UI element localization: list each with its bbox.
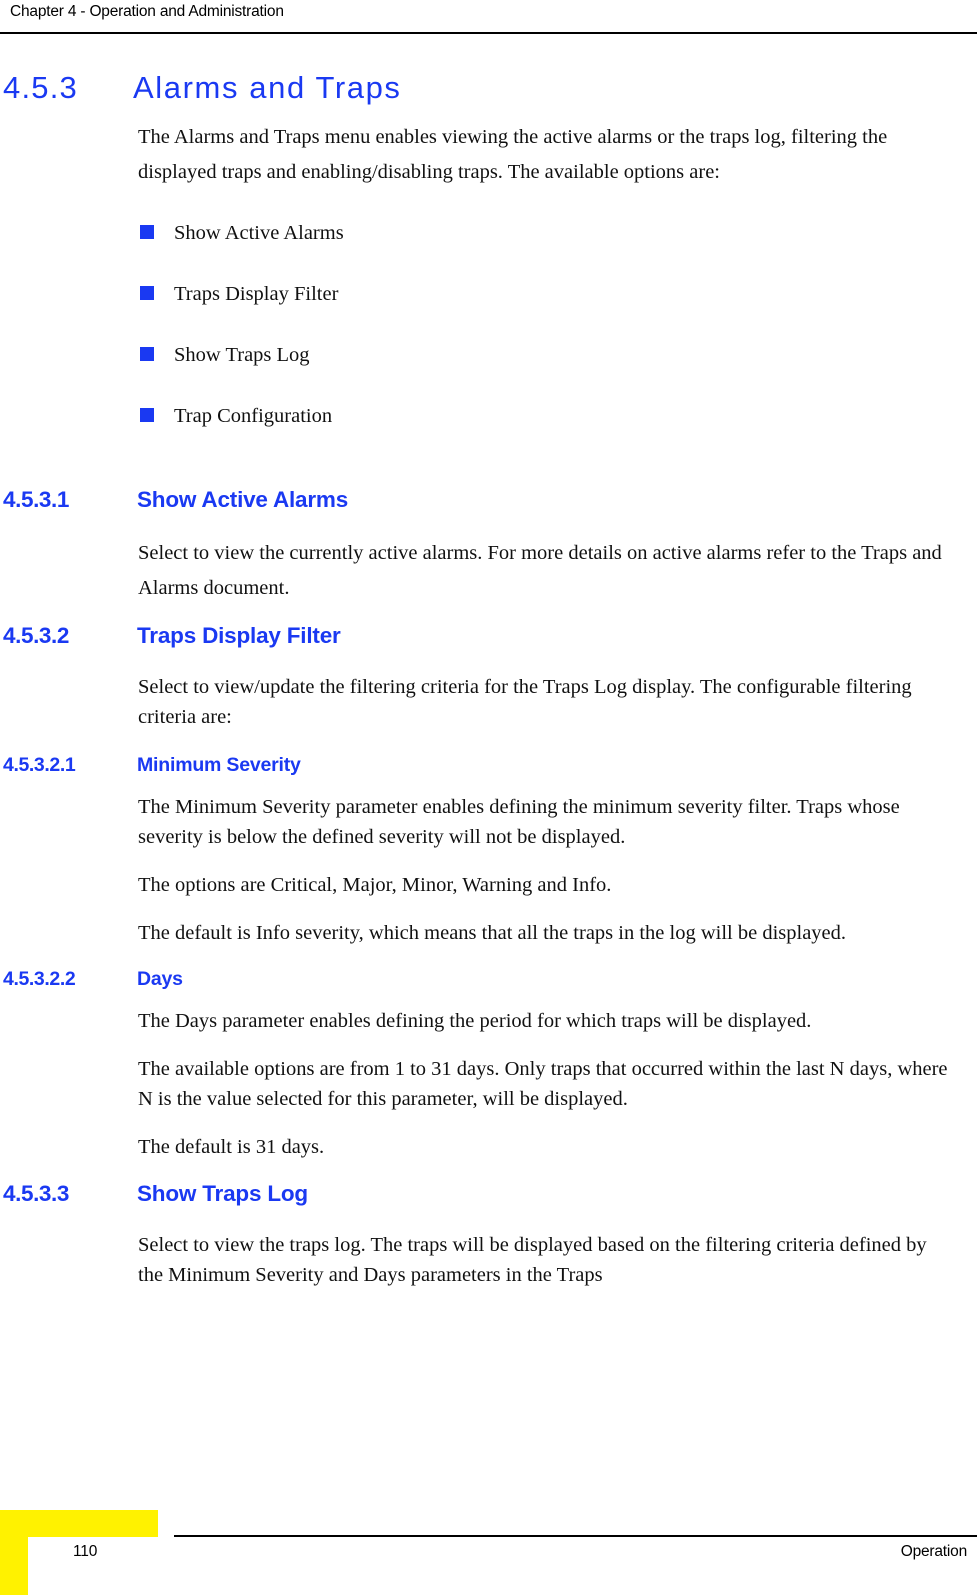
section-heading-4-5-3: 4.5.3 Alarms and Traps <box>0 34 977 106</box>
square-bullet-icon <box>140 286 154 300</box>
footer-divider <box>174 1535 977 1537</box>
options-bullet-list: Show Active Alarms Traps Display Filter … <box>0 218 977 462</box>
footer-corner-mark-vertical <box>0 1510 28 1595</box>
subsection-title: Traps Display Filter <box>137 623 341 648</box>
square-bullet-icon <box>140 408 154 422</box>
subsection-paragraph: Select to view the currently active alar… <box>138 542 942 599</box>
list-item-label: Show Active Alarms <box>174 222 344 244</box>
subsection-paragraph: Select to view the traps log. The traps … <box>138 1234 927 1286</box>
page-number: 110 <box>73 1543 98 1560</box>
section-number: 4.5.3 <box>3 70 78 105</box>
footer-section-label: Operation <box>900 1543 967 1560</box>
subsection-number: 4.5.3.2.1 <box>3 754 76 776</box>
subsection-paragraph: Select to view/update the filtering crit… <box>138 676 912 728</box>
page-footer: 110 Operation <box>0 1497 977 1595</box>
subsection-title: Days <box>137 968 183 990</box>
section-intro-paragraph: The Alarms and Traps menu enables viewin… <box>138 126 888 183</box>
subsection-number: 4.5.3.2 <box>3 623 70 648</box>
subsection-paragraph: The default is 31 days. <box>138 1136 325 1158</box>
subsection-title: Show Traps Log <box>137 1181 308 1206</box>
square-bullet-icon <box>140 347 154 361</box>
list-item: Show Active Alarms <box>0 218 977 279</box>
list-item-label: Traps Display Filter <box>174 283 339 305</box>
subsection-heading-4-5-3-2: 4.5.3.2 Traps Display Filter <box>0 622 977 672</box>
subsection-heading-4-5-3-2-2: 4.5.3.2.2 Days <box>0 966 977 1006</box>
square-bullet-icon <box>140 225 154 239</box>
subsection-number: 4.5.3.1 <box>3 487 70 512</box>
subsection-paragraph: The Minimum Severity parameter enables d… <box>138 796 900 848</box>
chapter-header-label: Chapter 4 - Operation and Administration <box>10 3 284 20</box>
subsection-paragraph: The default is Info severity, which mean… <box>138 922 847 944</box>
subsection-number: 4.5.3.2.2 <box>3 968 76 990</box>
page-content: 4.5.3 Alarms and Traps The Alarms and Tr… <box>0 34 977 1290</box>
page-header: Chapter 4 - Operation and Administration <box>0 0 977 34</box>
list-item-label: Trap Configuration <box>174 405 333 427</box>
subsection-title: Minimum Severity <box>137 754 301 776</box>
subsection-heading-4-5-3-2-1: 4.5.3.2.1 Minimum Severity <box>0 752 977 792</box>
subsection-number: 4.5.3.3 <box>3 1181 70 1206</box>
section-title: Alarms and Traps <box>133 70 402 105</box>
subsection-paragraph: The options are Critical, Major, Minor, … <box>138 874 612 896</box>
subsection-title: Show Active Alarms <box>137 487 349 512</box>
subsection-heading-4-5-3-1: 4.5.3.1 Show Active Alarms <box>0 486 977 536</box>
list-item: Traps Display Filter <box>0 279 977 340</box>
subsection-heading-4-5-3-3: 4.5.3.3 Show Traps Log <box>0 1180 977 1230</box>
subsection-paragraph: The Days parameter enables defining the … <box>138 1010 812 1032</box>
list-item-label: Show Traps Log <box>174 344 310 366</box>
list-item: Trap Configuration <box>0 401 977 462</box>
subsection-paragraph: The available options are from 1 to 31 d… <box>138 1058 948 1110</box>
list-item: Show Traps Log <box>0 340 977 401</box>
